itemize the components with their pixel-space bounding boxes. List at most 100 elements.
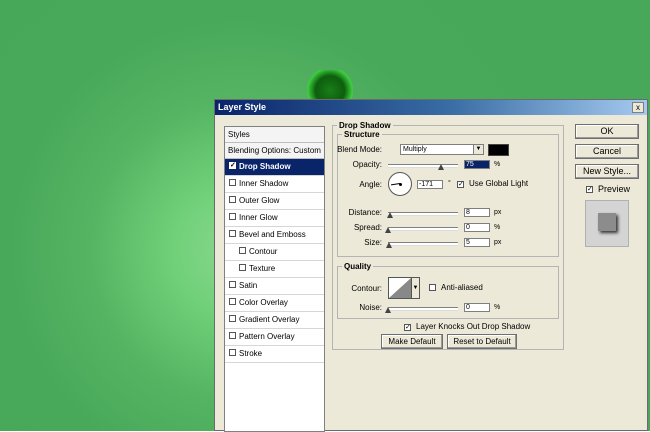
- angle-label: Angle:: [359, 180, 382, 189]
- style-item-label: Inner Shadow: [239, 179, 289, 188]
- size-slider[interactable]: [388, 242, 458, 246]
- noise-field[interactable]: 0: [464, 303, 490, 312]
- styles-list: Styles Blending Options: Custom ✓ Drop Sh…: [224, 126, 325, 432]
- quality-group: Quality Contour: ▼ Anti-aliased Noise: 0…: [337, 262, 559, 319]
- dialog-title: Layer Style: [218, 102, 267, 112]
- spread-unit: %: [494, 224, 501, 231]
- spread-field[interactable]: 0: [464, 223, 490, 232]
- chevron-down-icon[interactable]: ▼: [412, 277, 420, 299]
- style-checkbox[interactable]: [229, 349, 236, 357]
- knock-out-checkbox[interactable]: ✓: [404, 324, 411, 331]
- size-field[interactable]: 5: [464, 238, 490, 247]
- style-item-label: Color Overlay: [239, 298, 288, 307]
- opacity-field[interactable]: 75: [464, 160, 490, 169]
- style-item-inner-glow[interactable]: Inner Glow: [225, 210, 324, 227]
- spread-slider[interactable]: [388, 227, 458, 231]
- style-preview-thumbnail: [585, 200, 629, 247]
- preview-square: [598, 213, 616, 231]
- styles-header[interactable]: Styles: [225, 127, 324, 143]
- blend-mode-select[interactable]: Multiply ▼: [400, 144, 484, 155]
- style-item-contour[interactable]: Contour: [225, 244, 324, 261]
- style-item-label: Bevel and Emboss: [239, 230, 306, 239]
- blend-mode-value: Multiply: [403, 146, 427, 153]
- opacity-slider-thumb[interactable]: [437, 164, 444, 170]
- chevron-down-icon: ▼: [473, 145, 483, 154]
- noise-label: Noise:: [359, 303, 382, 312]
- style-item-label: Contour: [249, 247, 278, 256]
- anti-aliased-label: Anti-aliased: [441, 283, 483, 292]
- blend-mode-label: Blend Mode:: [337, 145, 382, 154]
- style-checkbox[interactable]: [229, 196, 236, 204]
- opacity-unit: %: [494, 161, 501, 168]
- style-item-stroke[interactable]: Stroke: [225, 346, 324, 363]
- cancel-button[interactable]: Cancel: [575, 144, 639, 159]
- style-item-pattern-overlay[interactable]: Pattern Overlay: [225, 329, 324, 346]
- style-checkbox[interactable]: [229, 179, 236, 187]
- style-checkbox[interactable]: [229, 213, 236, 221]
- style-item-drop-shadow[interactable]: ✓ Drop Shadow: [225, 159, 324, 176]
- style-item-label: Drop Shadow: [239, 162, 291, 171]
- spread-label: Spread:: [353, 223, 382, 232]
- use-global-light-label: Use Global Light: [469, 179, 529, 188]
- style-item-label: Outer Glow: [239, 196, 280, 205]
- close-icon[interactable]: x: [632, 102, 644, 113]
- angle-field[interactable]: -171: [417, 180, 443, 189]
- angle-center-dot: [399, 183, 402, 186]
- noise-slider-thumb[interactable]: [385, 307, 391, 313]
- style-item-inner-shadow[interactable]: Inner Shadow: [225, 176, 324, 193]
- title-bar[interactable]: Layer Style x: [215, 100, 647, 115]
- contour-preview[interactable]: [388, 277, 412, 299]
- distance-slider[interactable]: [388, 212, 458, 216]
- style-item-color-overlay[interactable]: Color Overlay: [225, 295, 324, 312]
- make-default-button[interactable]: Make Default: [381, 334, 443, 349]
- style-item-bevel-and-emboss[interactable]: Bevel and Emboss: [225, 227, 324, 244]
- style-checkbox[interactable]: [229, 315, 236, 323]
- style-item-satin[interactable]: Satin: [225, 278, 324, 295]
- style-checkbox[interactable]: ✓: [229, 162, 236, 170]
- contour-curve-icon: [389, 278, 411, 298]
- style-item-label: Pattern Overlay: [239, 332, 295, 341]
- structure-title: Structure: [342, 130, 382, 139]
- new-style-button[interactable]: New Style...: [575, 164, 639, 179]
- noise-slider[interactable]: [388, 307, 458, 311]
- size-unit: px: [494, 239, 502, 246]
- noise-unit: %: [494, 304, 501, 311]
- knock-out-label: Layer Knocks Out Drop Shadow: [416, 322, 531, 331]
- size-slider-thumb[interactable]: [386, 242, 392, 248]
- style-item-label: Inner Glow: [239, 213, 278, 222]
- distance-unit: px: [494, 209, 502, 216]
- drop-shadow-title: Drop Shadow: [337, 121, 393, 130]
- style-item-texture[interactable]: Texture: [225, 261, 324, 278]
- ok-button[interactable]: OK: [575, 124, 639, 139]
- angle-dial[interactable]: [388, 172, 412, 196]
- style-item-outer-glow[interactable]: Outer Glow: [225, 193, 324, 210]
- style-checkbox[interactable]: [239, 264, 246, 272]
- style-checkbox[interactable]: [239, 247, 246, 255]
- opacity-slider[interactable]: [388, 164, 458, 168]
- distance-slider-thumb[interactable]: [387, 212, 393, 218]
- distance-field[interactable]: 8: [464, 208, 490, 217]
- anti-aliased-checkbox[interactable]: [429, 284, 436, 291]
- structure-group: Structure Blend Mode: Multiply ▼ Opacity…: [337, 130, 559, 257]
- use-global-light-checkbox[interactable]: ✓: [457, 181, 464, 188]
- style-item-label: Gradient Overlay: [239, 315, 300, 324]
- style-checkbox[interactable]: [229, 298, 236, 306]
- quality-title: Quality: [342, 262, 374, 271]
- preview-checkbox[interactable]: ✓: [586, 186, 593, 193]
- style-checkbox[interactable]: [229, 281, 236, 289]
- shadow-color-swatch[interactable]: [488, 144, 509, 156]
- reset-to-default-button[interactable]: Reset to Default: [447, 334, 517, 349]
- style-item-label: Stroke: [239, 349, 263, 358]
- layer-style-dialog: Layer Style x Styles Blending Options: C…: [214, 99, 648, 432]
- style-item-label: Satin: [239, 281, 258, 290]
- style-checkbox[interactable]: [229, 332, 236, 340]
- style-checkbox[interactable]: [229, 230, 236, 238]
- blending-options-item[interactable]: Blending Options: Custom: [225, 143, 324, 159]
- style-item-gradient-overlay[interactable]: Gradient Overlay: [225, 312, 324, 329]
- contour-label: Contour:: [351, 284, 382, 293]
- style-item-label: Texture: [249, 264, 276, 273]
- distance-label: Distance:: [348, 208, 382, 217]
- preview-label: Preview: [598, 184, 631, 194]
- angle-unit: °: [448, 180, 451, 187]
- spread-slider-thumb[interactable]: [385, 227, 391, 233]
